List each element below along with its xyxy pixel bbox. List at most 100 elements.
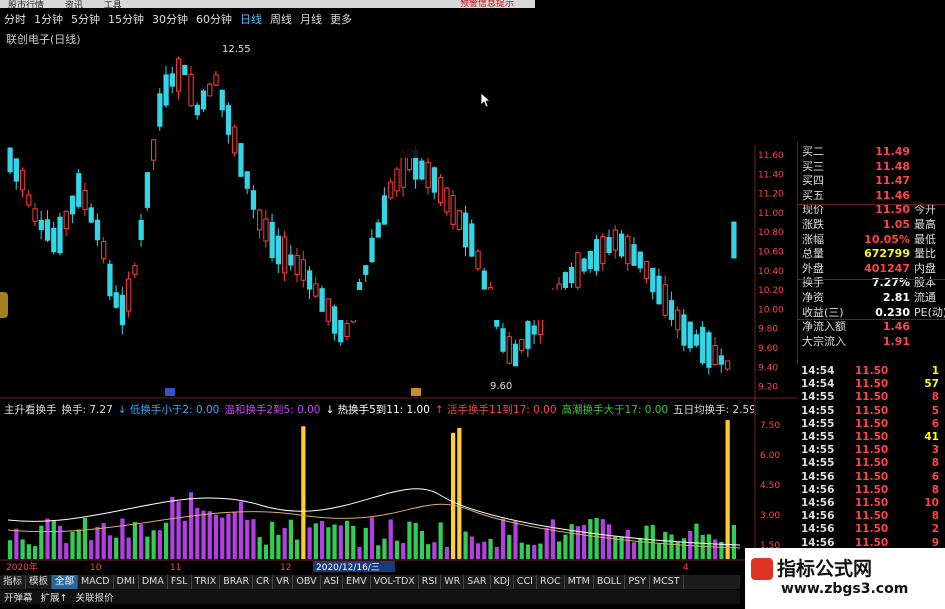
turnover-bar	[132, 522, 138, 559]
turnover-bar	[363, 527, 368, 559]
menu-item[interactable]: 资讯	[65, 0, 83, 8]
indicator-tab[interactable]: RSI	[419, 575, 442, 589]
candle	[681, 314, 687, 346]
indicator-tab[interactable]: ROC	[537, 575, 565, 589]
turnover-bar	[238, 501, 244, 559]
indicator-tab[interactable]: TRIX	[192, 575, 221, 589]
indicator-tab[interactable]: VOL-TDX	[371, 575, 419, 589]
indicator-tab[interactable]: KDJ	[491, 575, 514, 589]
tick-time: 14:54	[801, 378, 835, 391]
menu-item[interactable]: 股市行情	[8, 0, 44, 8]
turnover-bar	[588, 519, 593, 559]
indicator-tab[interactable]: BRAR	[220, 575, 254, 589]
turnover-bar	[656, 542, 662, 559]
indicator-tab[interactable]: 指标	[0, 575, 27, 589]
quote-row: 总量 672799 量比	[798, 247, 945, 261]
warning-link[interactable]: 预警信息提示	[460, 0, 514, 8]
bottom-tab[interactable]: 关联报价	[71, 590, 117, 604]
quote-label: 涨跌	[802, 218, 824, 231]
indicator-tab[interactable]: BOLL	[594, 575, 626, 589]
menu-item[interactable]: 工具	[104, 0, 122, 8]
period-tab[interactable]: 60分钟	[192, 11, 236, 27]
candle	[144, 172, 151, 208]
turnover-bar	[326, 527, 331, 559]
tick-row: 14:56 11.50 8	[797, 509, 945, 523]
price-tick-label: 9.60	[758, 344, 778, 354]
tick-price: 11.50	[855, 431, 889, 443]
turnover-bar	[500, 518, 506, 559]
period-tab[interactable]: 30分钟	[148, 11, 192, 27]
period-tab[interactable]: 周线	[266, 11, 296, 27]
period-tab[interactable]: 月线	[296, 11, 326, 27]
turnover-bar	[89, 540, 94, 559]
indicator-value: ↓ 热换手5到11: 1.00	[325, 404, 430, 416]
period-tab[interactable]: 1分钟	[30, 11, 67, 27]
high-mark: 12.55	[222, 44, 251, 55]
candle	[82, 189, 88, 211]
quote-label: 收益(三)	[802, 305, 844, 319]
turnover-bar	[407, 521, 412, 559]
turnover-bar	[731, 524, 736, 559]
indicator-tab[interactable]: SAR	[464, 575, 491, 589]
turnover-bar	[120, 518, 125, 559]
candle	[32, 208, 38, 222]
turnover-bar	[482, 541, 487, 559]
period-tab[interactable]: 15分钟	[104, 11, 148, 27]
event-icon[interactable]	[411, 388, 421, 396]
event-icon[interactable]	[165, 388, 175, 396]
price-tick-label: 10.40	[758, 267, 784, 277]
turnover-bar	[182, 520, 187, 559]
price-tick-label: 10.20	[758, 286, 784, 296]
period-tab[interactable]: 日线	[236, 11, 266, 27]
indicator-tab[interactable]: MACD	[78, 575, 114, 589]
tick-vol: 41	[924, 431, 939, 443]
indicator-tab[interactable]: MTM	[565, 575, 594, 589]
turnover-bar	[220, 517, 225, 559]
turnover-bar	[488, 538, 493, 559]
bottom-tab[interactable]: 开弹幕	[0, 590, 37, 604]
quote-row: 外盘 401247 内盘	[798, 262, 945, 276]
candle	[182, 64, 188, 76]
period-tab[interactable]: 5分钟	[67, 11, 104, 27]
low-mark: 9.60	[490, 381, 512, 392]
turnover-bar	[338, 525, 343, 559]
candle	[687, 321, 693, 349]
turnover-bar	[351, 525, 356, 559]
tick-time: 14:55	[801, 404, 835, 417]
turnover-bar	[76, 529, 81, 559]
indicator-tab[interactable]: DMA	[139, 575, 168, 589]
period-tab[interactable]: 更多	[326, 11, 356, 27]
candle	[257, 209, 263, 231]
panel-toggle-handle[interactable]	[0, 292, 8, 318]
period-tab[interactable]: 分时	[0, 11, 30, 27]
watermark: 指标公式网 www.zbgs3.com	[745, 548, 945, 609]
indicator-tab[interactable]: EMV	[343, 575, 371, 589]
tick-time: 14:56	[801, 523, 835, 536]
candle	[381, 195, 388, 225]
indicator-tab[interactable]: CR	[253, 575, 274, 589]
candle	[119, 294, 126, 326]
turnover-bar	[469, 536, 474, 559]
turnover-bar	[457, 427, 462, 559]
indicator-tab[interactable]: 模板	[26, 575, 53, 589]
turnover-bar	[507, 534, 512, 559]
indicator-tab[interactable]: PSY	[625, 575, 650, 589]
price-tick-label: 10.60	[758, 248, 784, 258]
turnover-bar	[176, 501, 181, 559]
turnover-bars	[8, 420, 736, 559]
mouse-pointer-icon	[480, 92, 492, 108]
indicator-tab[interactable]: FSL	[168, 575, 192, 589]
indicator-tab[interactable]: WR	[441, 575, 465, 589]
indicator-tab[interactable]: VR	[273, 575, 294, 589]
indicator-tab[interactable]: ASI	[321, 575, 343, 589]
bottom-tab[interactable]: 扩展↑	[37, 590, 72, 604]
quote-row: 买五 11.46	[798, 189, 945, 203]
indicator-tab[interactable]: DMI	[114, 575, 139, 589]
candle	[481, 270, 487, 290]
candle	[712, 344, 718, 366]
indicator-tab[interactable]: MCST	[650, 575, 684, 589]
indicator-tab[interactable]: CCI	[514, 575, 537, 589]
indicator-tab[interactable]: OBV	[293, 575, 321, 589]
tick-price: 11.50	[855, 483, 889, 496]
indicator-tab[interactable]: 全部	[52, 575, 79, 589]
